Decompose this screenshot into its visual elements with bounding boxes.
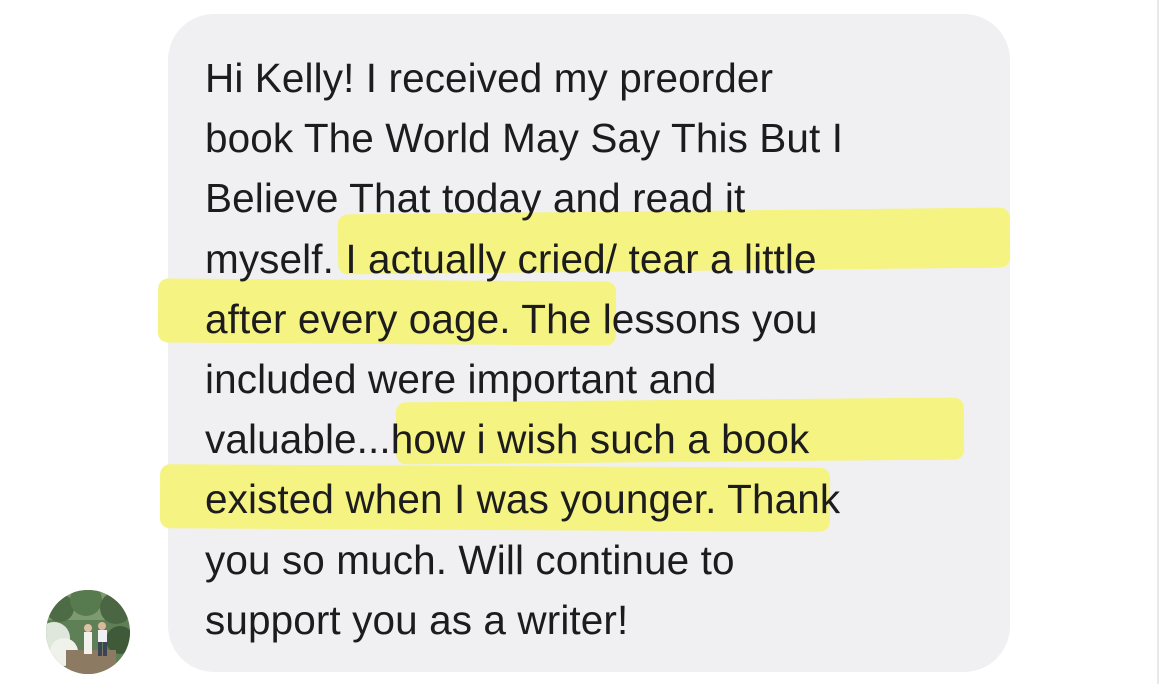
message-line: myself. I actually cried/ tear a little bbox=[205, 235, 817, 282]
message-line: valuable...how i wish such a book bbox=[205, 416, 810, 463]
message-line: Believe That today and read it bbox=[205, 175, 746, 222]
message-line: you so much. Will continue to bbox=[205, 536, 735, 583]
message-line: support you as a writer! bbox=[205, 596, 629, 643]
message-line: book The World May Say This But I bbox=[205, 115, 844, 162]
message-line: after every oage. The lessons you bbox=[205, 295, 818, 342]
avatar-photo-icon bbox=[46, 590, 130, 674]
message-line: Hi Kelly! I received my preorder bbox=[205, 55, 774, 101]
message-line: included were important and bbox=[205, 356, 717, 403]
message-line: existed when I was younger. Thank bbox=[205, 476, 841, 523]
message-text: Hi Kelly! I received my preorder book Th… bbox=[205, 48, 995, 650]
sender-avatar[interactable] bbox=[46, 590, 130, 674]
